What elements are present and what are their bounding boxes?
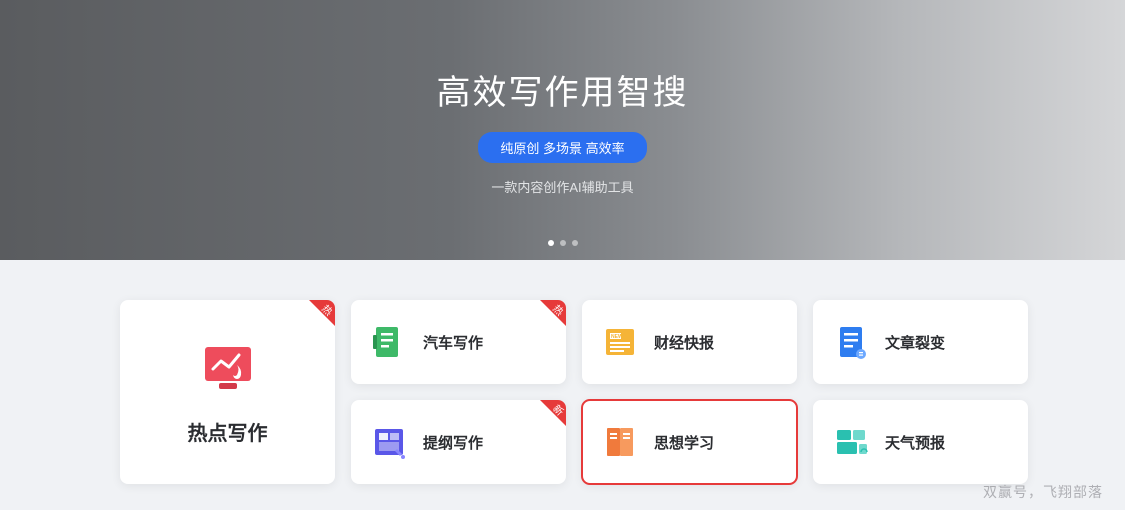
card-outline-writing[interactable]: 新 提纲写作 [351, 400, 566, 484]
svg-text:NEW: NEW [611, 334, 623, 340]
document-green-icon [369, 322, 409, 362]
document-blue-icon [831, 322, 871, 362]
card-label: 热点写作 [188, 417, 268, 446]
hot-writing-icon [199, 339, 257, 397]
card-article-split[interactable]: 文章裂变 [813, 300, 1028, 384]
hero-title: 高效写作用智搜 [437, 65, 689, 114]
watermark-text: 双赢号，飞翔部落 [983, 482, 1103, 502]
carousel-dot[interactable] [560, 240, 566, 246]
card-label: 文章裂变 [885, 332, 945, 353]
hero-subtitle: 一款内容创作AI辅助工具 [491, 177, 633, 196]
hot-tag-icon: 热 [540, 300, 566, 326]
card-label: 提纲写作 [423, 432, 483, 453]
carousel-dot[interactable] [572, 240, 578, 246]
new-tag-icon: 新 [540, 400, 566, 426]
hero-banner: 高效写作用智搜 纯原创 多场景 高效率 一款内容创作AI辅助工具 [0, 0, 1125, 260]
card-car-writing[interactable]: 热 汽车写作 [351, 300, 566, 384]
card-thought-learning[interactable]: 思想学习 [582, 400, 797, 484]
card-weather-forecast[interactable]: 天气预报 [813, 400, 1028, 484]
card-label: 思想学习 [654, 432, 714, 453]
card-label: 汽车写作 [423, 332, 483, 353]
card-hot-writing[interactable]: 热 热点写作 [120, 300, 335, 484]
book-orange-icon [600, 422, 640, 462]
card-finance-news[interactable]: NEW 财经快报 [582, 300, 797, 384]
dashboard-teal-icon [831, 422, 871, 462]
card-label: 天气预报 [885, 432, 945, 453]
card-grid: 热 热点写作 热 [120, 300, 1005, 484]
carousel-dot[interactable] [548, 240, 554, 246]
hot-tag-icon: 热 [309, 300, 335, 326]
carousel-dots[interactable] [548, 240, 578, 246]
grid-purple-icon [369, 422, 409, 462]
content-area: 热 热点写作 热 [0, 260, 1125, 484]
hero-badge: 纯原创 多场景 高效率 [478, 132, 646, 163]
news-orange-icon: NEW [600, 322, 640, 362]
card-label: 财经快报 [654, 332, 714, 353]
